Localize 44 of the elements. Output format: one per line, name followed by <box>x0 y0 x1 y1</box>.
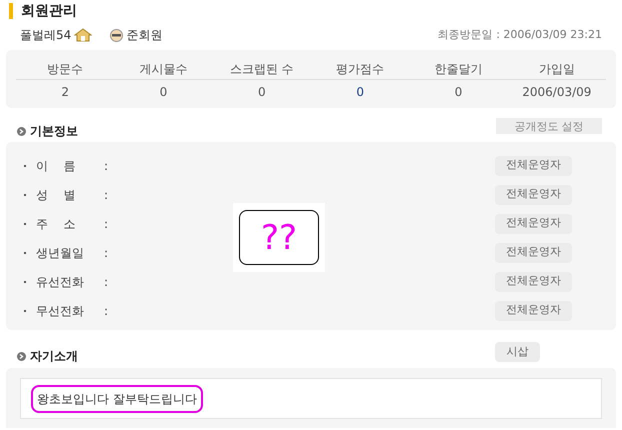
arrow-bullet-icon <box>17 352 26 360</box>
column-header: 평가점수 <box>335 60 386 78</box>
field-separator: : <box>104 186 108 204</box>
column-header: 한줄달기 <box>433 60 484 78</box>
field-label: 이 름 <box>36 158 76 174</box>
question-annotation: ?? <box>239 210 319 265</box>
field-label: 생년월일 <box>36 244 85 262</box>
last-visit: 최종방문일 : 2006/03/09 23:21 <box>438 26 602 43</box>
visibility-button[interactable]: 전체운영자 <box>495 214 572 234</box>
arrow-bullet-icon <box>17 126 26 136</box>
member-grade: 준회원 <box>126 27 162 44</box>
column-header: 가입일 <box>538 60 576 78</box>
stat-value: 0 <box>158 84 168 101</box>
visibility-button[interactable]: 전체운영자 <box>495 156 572 176</box>
stat-value: 0 <box>257 84 267 101</box>
section-heading: 기본정보 <box>30 123 78 140</box>
page-title: 회원관리 <box>21 2 77 20</box>
field-separator: : <box>104 216 108 232</box>
visibility-button[interactable]: 전체운영자 <box>495 242 572 262</box>
column-header: 게시물수 <box>138 60 188 78</box>
field-label: 주 소 <box>36 216 76 232</box>
stat-value: 2006/03/09 <box>521 84 592 101</box>
visibility-button[interactable]: 전체운영자 <box>495 184 572 204</box>
field-label: 유선전화 <box>36 274 85 290</box>
field-label: 성 별 <box>36 186 76 204</box>
visibility-button[interactable]: 전체운영자 <box>495 272 572 292</box>
title-marker <box>9 3 13 19</box>
column-header: 스크랩된 수 <box>228 60 295 78</box>
sysop-button[interactable]: 시삽 <box>495 342 540 362</box>
visibility-settings-button[interactable]: 공개정도 설정 <box>496 118 602 134</box>
field-separator: : <box>104 302 108 320</box>
stat-value: 0 <box>355 84 365 101</box>
nickname: 풀벌레54 <box>20 27 72 44</box>
column-header: 방문수 <box>46 60 84 78</box>
section-heading: 자기소개 <box>30 348 78 365</box>
introduction-text: 왕초보입니다 잘부탁드립니다 <box>31 384 203 412</box>
field-separator: : <box>104 158 108 174</box>
stat-value: 2 <box>60 84 70 101</box>
field-label: 무선전화 <box>36 302 85 320</box>
field-separator: : <box>104 274 108 290</box>
field-separator: : <box>104 244 108 262</box>
stat-value: 0 <box>454 84 464 101</box>
visibility-button[interactable]: 전체운영자 <box>495 300 572 320</box>
house-icon <box>74 28 92 42</box>
